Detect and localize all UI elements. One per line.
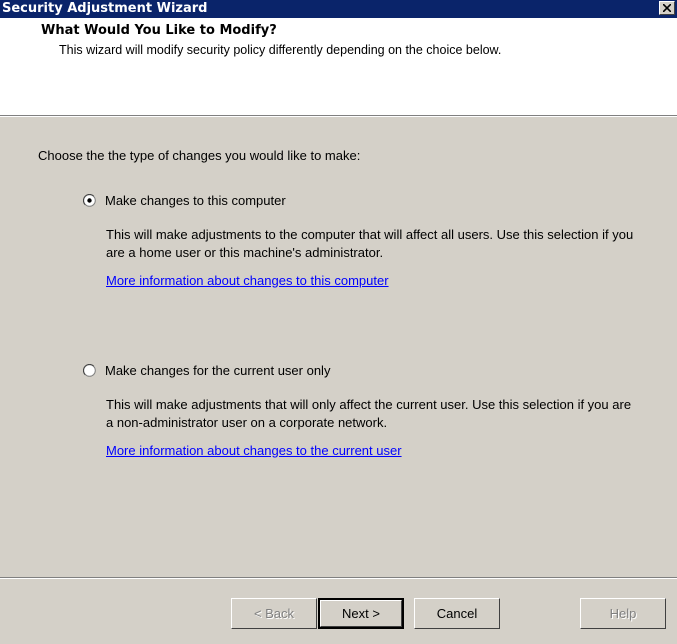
page-description: This wizard will modify security policy … [59, 43, 502, 57]
option-label-this-computer[interactable]: Make changes to this computer [105, 193, 286, 208]
close-icon [663, 4, 671, 12]
wizard-body [0, 117, 677, 644]
close-button[interactable] [659, 1, 675, 15]
back-button[interactable]: < Back [231, 598, 317, 629]
option-label-current-user[interactable]: Make changes for the current user only [105, 363, 330, 378]
radio-current-user[interactable] [83, 364, 96, 377]
page-title: What Would You Like to Modify? [41, 23, 277, 38]
help-button-label: Help [609, 606, 637, 621]
radio-this-computer[interactable] [83, 194, 96, 207]
footer-divider-highlight [0, 578, 677, 579]
option-description-current-user: This will make adjustments that will onl… [106, 397, 632, 430]
link-more-info-this-computer[interactable]: More information about changes to this c… [106, 273, 389, 288]
cancel-button-label: Cancel [436, 606, 478, 621]
window-title: Security Adjustment Wizard [2, 1, 208, 16]
help-button[interactable]: Help [580, 598, 666, 629]
link-more-info-current-user[interactable]: More information about changes to the cu… [106, 443, 402, 458]
title-bar: Security Adjustment Wizard [0, 0, 677, 18]
choice-prompt: Choose the the type of changes you would… [38, 148, 361, 163]
next-button[interactable]: Next > [318, 598, 404, 629]
wizard-header: What Would You Like to Modify? This wiza… [0, 18, 677, 115]
next-button-label: Next > [342, 606, 380, 621]
option-description-this-computer: This will make adjustments to the comput… [106, 227, 634, 260]
cancel-button[interactable]: Cancel [414, 598, 500, 629]
back-button-label: < Back [253, 606, 295, 621]
